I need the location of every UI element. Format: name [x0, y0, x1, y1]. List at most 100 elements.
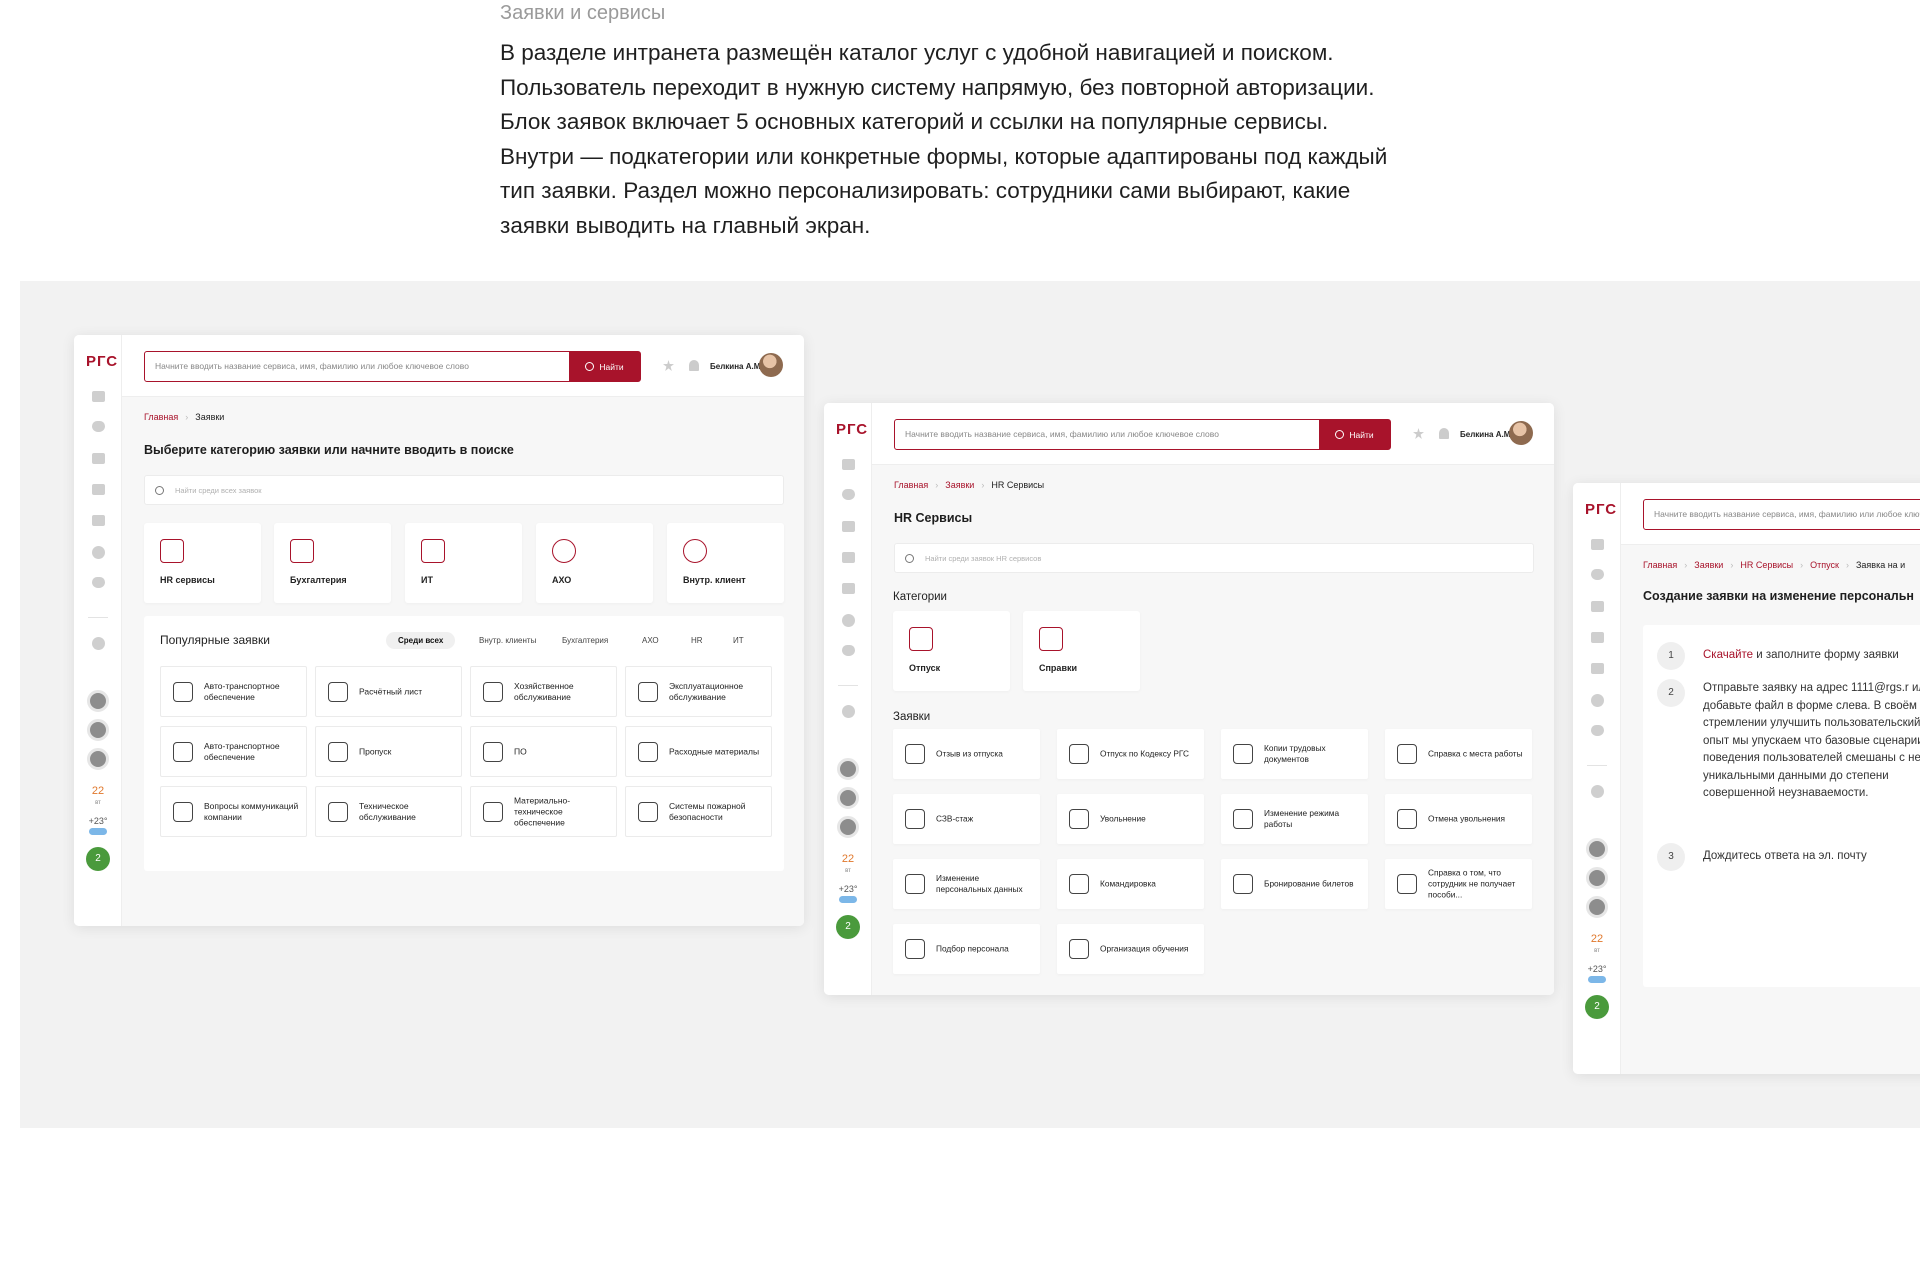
gear-icon[interactable] — [1591, 785, 1604, 798]
search-input[interactable]: Начните вводить название сервиса, имя, ф… — [155, 361, 469, 371]
user-name[interactable]: Белкина А.М. — [710, 362, 763, 371]
request-tile[interactable]: Расчётный лист — [315, 666, 462, 717]
bell-icon[interactable] — [689, 360, 699, 371]
request-tile[interactable]: СЗВ-стаж — [893, 794, 1040, 844]
badge-icon[interactable] — [92, 577, 105, 588]
request-tile[interactable]: Командировка — [1057, 859, 1204, 909]
ball-icon[interactable] — [92, 546, 105, 559]
weather-widget[interactable]: +23° — [1579, 964, 1615, 983]
app-shortcut-icon[interactable] — [837, 787, 859, 809]
app-shortcut-icon[interactable] — [837, 758, 859, 780]
request-tile[interactable]: Техническое обслуживание — [315, 786, 462, 837]
app-shortcut-icon[interactable] — [87, 748, 109, 770]
badge-icon[interactable] — [1591, 725, 1604, 736]
breadcrumb-link[interactable]: Главная — [1643, 560, 1677, 570]
requests-search[interactable]: Найти среди заявок HR сервисов — [894, 543, 1534, 573]
filter-chip[interactable]: Бухгалтерия — [550, 632, 620, 649]
global-search[interactable]: Начните вводить название сервиса, имя, ф… — [144, 351, 641, 382]
gear-icon[interactable] — [842, 705, 855, 718]
request-tile[interactable]: Материально-техническое обеспечение — [470, 786, 617, 837]
app-shortcut-icon[interactable] — [87, 719, 109, 741]
dashboard-icon[interactable] — [1591, 539, 1604, 550]
request-tile[interactable]: Справка о том, что сотрудник не получает… — [1385, 859, 1532, 909]
search-input[interactable]: Начните вводить название сервиса, имя, ф… — [905, 429, 1219, 439]
request-tile[interactable]: Подбор персонала — [893, 924, 1040, 974]
category-card[interactable]: АХО — [536, 523, 653, 603]
breadcrumb-link[interactable]: HR Сервисы — [1740, 560, 1793, 570]
logo[interactable]: РГС — [86, 353, 118, 370]
filter-chip[interactable]: ИТ — [721, 632, 756, 649]
request-tile[interactable]: Расходные материалы — [625, 726, 772, 777]
filter-chip[interactable]: HR — [679, 632, 715, 649]
favorites-icon[interactable] — [663, 360, 674, 371]
search-button[interactable]: Найти — [1319, 420, 1390, 449]
request-tile[interactable]: Отмена увольнения — [1385, 794, 1532, 844]
request-tile[interactable]: Хозяйственное обслуживание — [470, 666, 617, 717]
filter-chip[interactable]: Среди всех — [386, 632, 456, 649]
shield-icon[interactable] — [842, 489, 855, 500]
category-card[interactable]: ИТ — [405, 523, 522, 603]
request-tile[interactable]: Авто-транспортное обеспечение — [160, 666, 307, 717]
notification-badge[interactable]: 2 — [1585, 995, 1609, 1019]
badge-icon[interactable] — [842, 645, 855, 656]
bell-icon[interactable] — [1439, 428, 1449, 439]
news-icon[interactable] — [842, 521, 855, 532]
weather-widget[interactable]: +23° — [80, 816, 116, 835]
calendar-date[interactable]: 22 вт — [1581, 933, 1613, 957]
shield-icon[interactable] — [92, 421, 105, 432]
requests-search[interactable]: Найти среди всех заявок — [144, 475, 784, 505]
weather-widget[interactable]: +23° — [830, 884, 866, 903]
category-card[interactable]: Отпуск — [893, 611, 1010, 691]
ball-icon[interactable] — [842, 614, 855, 627]
dashboard-icon[interactable] — [842, 459, 855, 470]
search-button[interactable]: Найти — [569, 352, 640, 381]
category-card[interactable]: Справки — [1023, 611, 1140, 691]
calendar-date[interactable]: 22 вт — [82, 785, 114, 809]
shield-icon[interactable] — [1591, 569, 1604, 580]
gear-icon[interactable] — [92, 637, 105, 650]
request-tile[interactable]: Изменение персональных данных — [893, 859, 1040, 909]
request-tile[interactable]: Изменение режима работы — [1221, 794, 1368, 844]
request-tile[interactable]: Отпуск по Кодексу РГС — [1057, 729, 1204, 779]
requests-search-input[interactable]: Найти среди заявок HR сервисов — [925, 554, 1041, 563]
app-shortcut-icon[interactable] — [87, 690, 109, 712]
news-icon[interactable] — [92, 453, 105, 464]
notification-badge[interactable]: 2 — [836, 915, 860, 939]
favorites-icon[interactable] — [1413, 428, 1424, 439]
filter-chip[interactable]: АХО — [630, 632, 671, 649]
global-search[interactable]: Начните вводить название сервиса, имя, ф… — [1643, 499, 1920, 530]
calendar-date[interactable]: 22 вт — [832, 853, 864, 877]
filter-chip[interactable]: Внутр. клиенты — [467, 632, 548, 649]
category-card[interactable]: HR сервисы — [144, 523, 261, 603]
request-tile[interactable]: Системы пожарной безопасности — [625, 786, 772, 837]
contacts-icon[interactable] — [1591, 632, 1604, 643]
search-input[interactable]: Начните вводить название сервиса, имя, ф… — [1654, 509, 1920, 519]
request-tile[interactable]: Авто-транспортное обеспечение — [160, 726, 307, 777]
app-shortcut-icon[interactable] — [1586, 867, 1608, 889]
request-tile[interactable]: Бронирование билетов — [1221, 859, 1368, 909]
request-tile[interactable]: Копии трудовых документов — [1221, 729, 1368, 779]
app-shortcut-icon[interactable] — [837, 816, 859, 838]
app-shortcut-icon[interactable] — [1586, 838, 1608, 860]
request-tile[interactable]: Эксплуатационное обслуживание — [625, 666, 772, 717]
avatar[interactable] — [759, 353, 783, 377]
request-tile[interactable]: Отзыв из отпуска — [893, 729, 1040, 779]
dashboard-icon[interactable] — [92, 391, 105, 402]
news-icon[interactable] — [1591, 601, 1604, 612]
global-search[interactable]: Начните вводить название сервиса, имя, ф… — [894, 419, 1391, 450]
notification-badge[interactable]: 2 — [86, 847, 110, 871]
breadcrumb-link[interactable]: Отпуск — [1810, 560, 1839, 570]
user-name[interactable]: Белкина А.М. — [1460, 430, 1513, 439]
request-tile[interactable]: Увольнение — [1057, 794, 1204, 844]
logo[interactable]: РГС — [836, 421, 868, 438]
breadcrumb-link[interactable]: Главная — [894, 480, 928, 490]
breadcrumb-link[interactable]: Главная — [144, 412, 178, 422]
docs-icon[interactable] — [1591, 663, 1604, 674]
request-tile[interactable]: ПО — [470, 726, 617, 777]
contacts-icon[interactable] — [842, 552, 855, 563]
breadcrumb-link[interactable]: Заявки — [1694, 560, 1723, 570]
request-tile[interactable]: Вопросы коммуникаций компании — [160, 786, 307, 837]
requests-search-input[interactable]: Найти среди всех заявок — [175, 486, 262, 495]
request-tile[interactable]: Организация обучения — [1057, 924, 1204, 974]
logo[interactable]: РГС — [1585, 501, 1617, 518]
